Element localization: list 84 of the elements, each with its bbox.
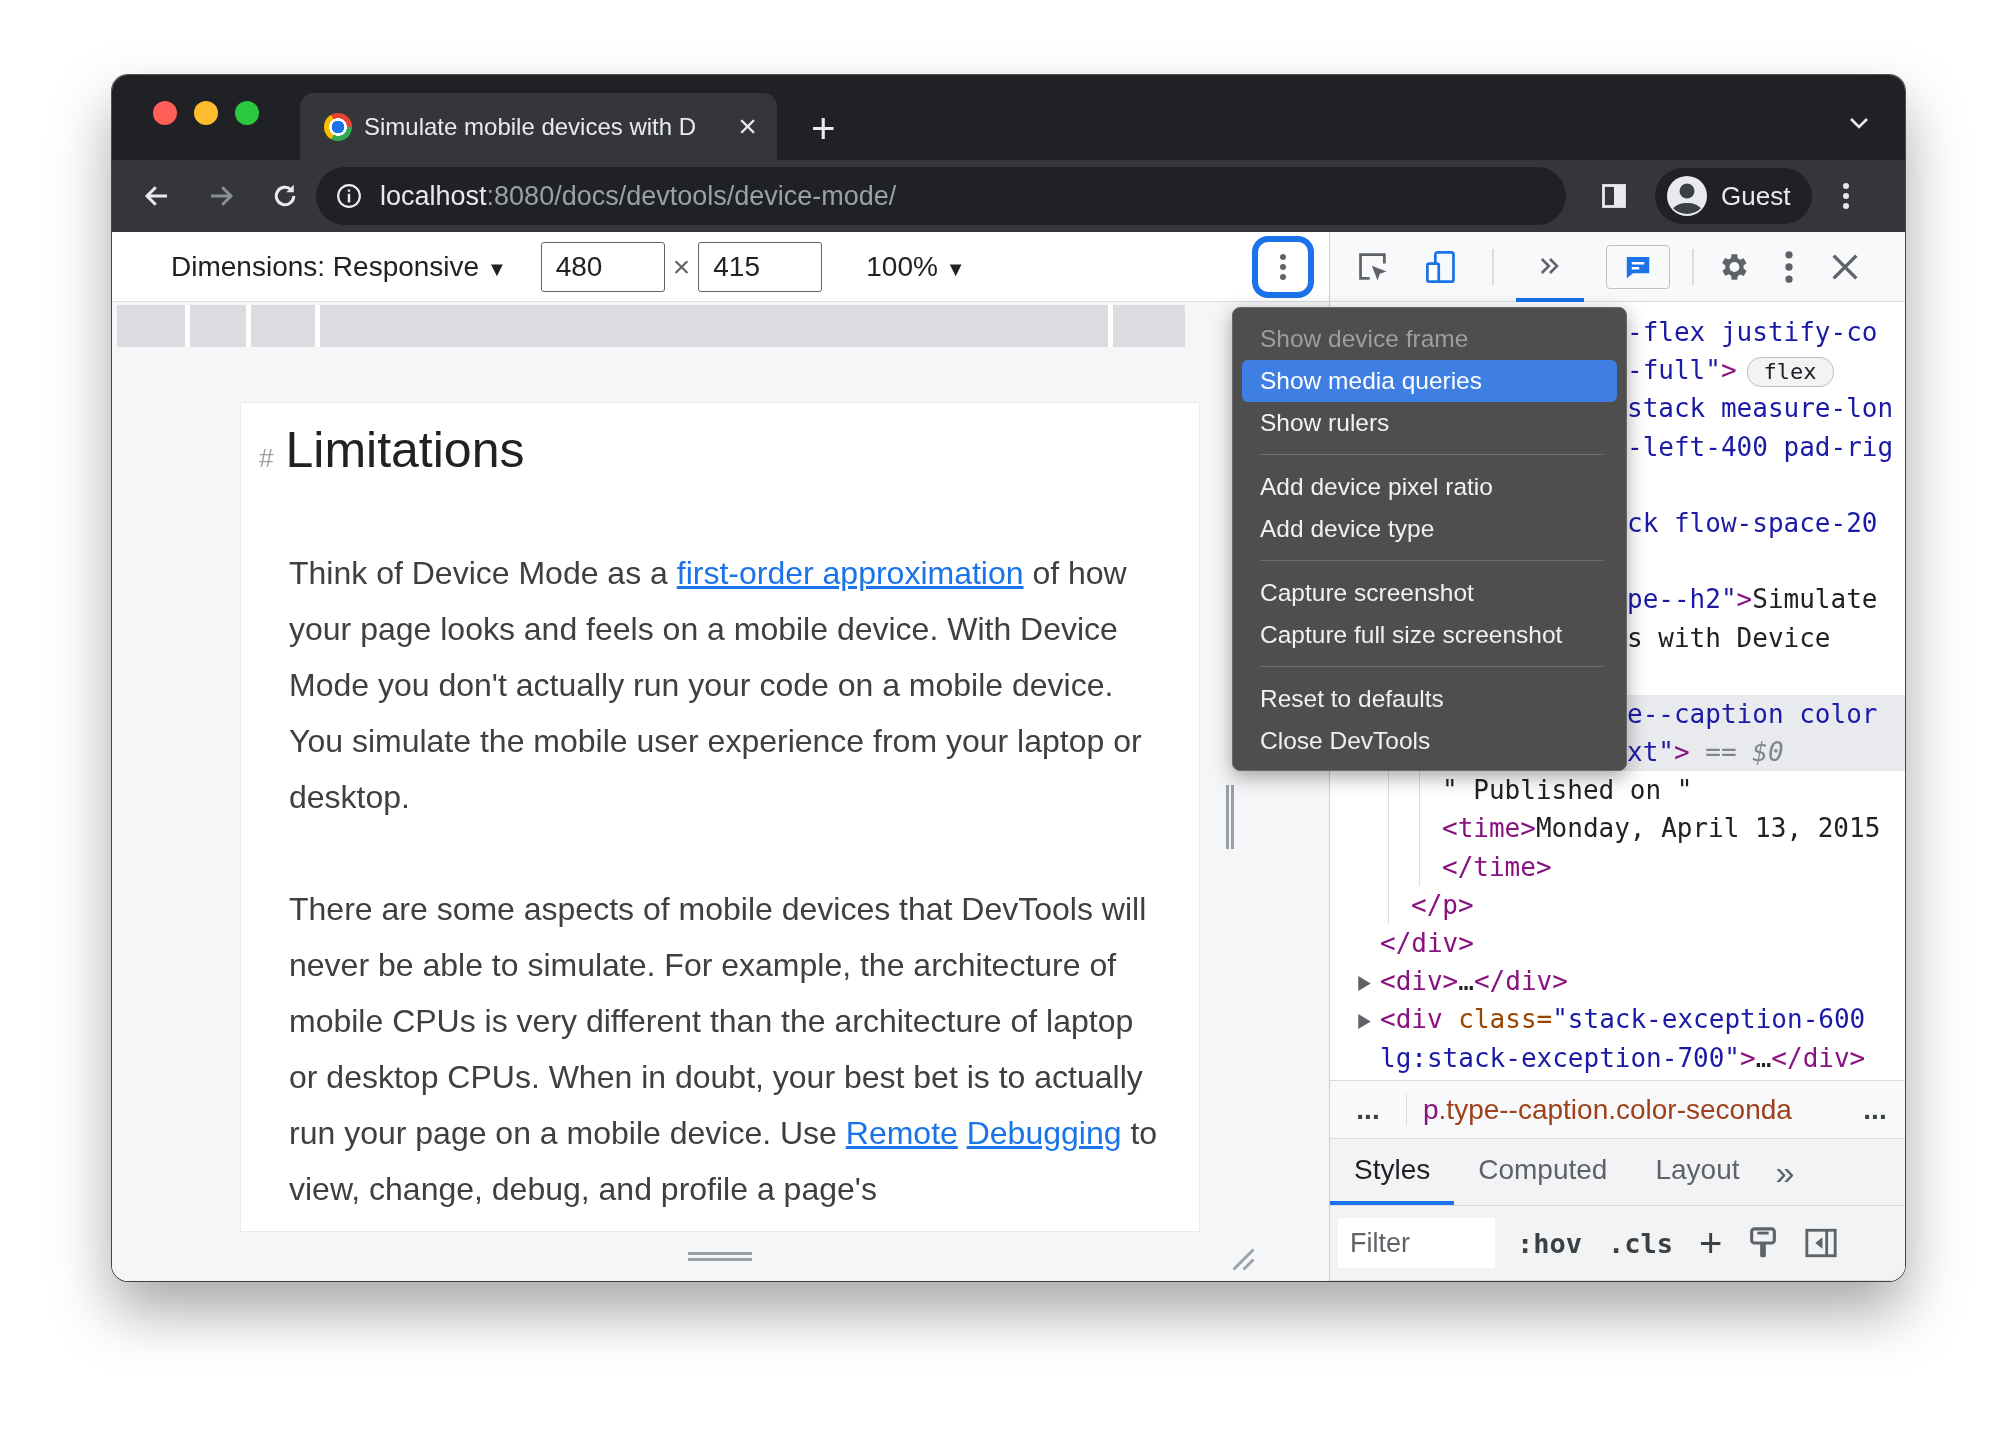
text-content: " Published on ": [1442, 775, 1693, 806]
filter-field[interactable]: Filter: [1338, 1218, 1495, 1268]
close-tab-button[interactable]: ×: [738, 108, 757, 145]
vertical-dots-icon: [1279, 252, 1287, 281]
height-input[interactable]: 415: [698, 241, 823, 292]
new-tab-button[interactable]: +: [811, 108, 836, 150]
maximize-window-icon[interactable]: [235, 101, 259, 125]
breadcrumb-more[interactable]: ...: [1845, 1093, 1905, 1126]
attribute-value: -flex justify-co: [1627, 317, 1878, 347]
issues-button[interactable]: [1606, 244, 1670, 289]
zoom-dropdown[interactable]: 100% ▼: [866, 250, 966, 283]
html-tag: >: [1740, 1042, 1756, 1073]
class-toggle-button[interactable]: .cls: [1608, 1227, 1674, 1259]
link[interactable]: Debugging: [966, 1115, 1122, 1151]
breadcrumb-item[interactable]: p.type--caption.color-seconda: [1407, 1093, 1792, 1126]
expand-triangle-icon[interactable]: [1358, 976, 1371, 992]
hover-state-button[interactable]: :hov: [1517, 1227, 1583, 1259]
resize-handle[interactable]: [688, 1252, 752, 1261]
menu-item[interactable]: Reset to defaults: [1242, 678, 1617, 720]
attribute-value: ck flow-space-20: [1627, 507, 1878, 538]
attribute-value: stack measure-lon: [1627, 393, 1894, 424]
resize-handle[interactable]: [1226, 785, 1234, 849]
close-window-icon[interactable]: [153, 101, 177, 125]
text-content: …: [1755, 1042, 1772, 1073]
text-content: s with Device: [1627, 622, 1831, 653]
html-tag: >: [1720, 355, 1737, 386]
flex-badge[interactable]: flex: [1746, 357, 1834, 388]
section-heading: Limitations: [285, 421, 525, 479]
address-field[interactable]: localhost:8080/docs/devtools/device-mode/: [316, 167, 1566, 225]
attribute-value: "stack-exception-600: [1552, 1004, 1866, 1035]
round-logo-icon: [324, 112, 352, 141]
more-options-icon[interactable]: [1784, 249, 1794, 284]
attribute-name: class=: [1458, 1004, 1553, 1035]
more-options-icon[interactable]: [1842, 182, 1851, 210]
link[interactable]: Remote: [845, 1115, 958, 1151]
width-input[interactable]: 480: [540, 241, 665, 292]
html-tag: <div>: [1380, 966, 1459, 997]
html-tag: >: [1673, 737, 1690, 768]
menu-item[interactable]: Capture full size screenshot: [1242, 614, 1617, 656]
text-content: Simulate: [1752, 584, 1878, 615]
dimensions-dropdown[interactable]: Dimensions: Responsive ▼: [171, 250, 507, 283]
browser-tab[interactable]: Simulate mobile devices with D ×: [300, 93, 777, 160]
menu-item[interactable]: Show rulers: [1242, 402, 1617, 444]
paragraph: There are some aspects of mobile devices that DevTools will never be able to simulate. For example, the architecture of mobile CPUs is very different than the architecture of laptop or desktop CPUs. When in doubt, your best bet is to actually run your page on a mobile device. Use Remote Debugging to view, change, debug, and profile a page's: [289, 890, 1159, 1209]
panel-tab[interactable]: Layout: [1631, 1139, 1764, 1205]
person-silhouette-icon: [1667, 176, 1707, 216]
html-tag: </div>: [1473, 966, 1568, 997]
device-toggle-icon[interactable]: [1424, 249, 1458, 284]
link[interactable]: first-order approximation: [676, 555, 1024, 591]
minimize-window-icon[interactable]: [194, 101, 218, 125]
html-tag: <div: [1380, 1004, 1459, 1035]
breadcrumb-more[interactable]: ...: [1330, 1093, 1407, 1126]
attribute-value: e--caption color: [1627, 698, 1878, 729]
new-rule-button[interactable]: +: [1699, 1223, 1723, 1263]
profile-button[interactable]: Guest: [1655, 168, 1813, 224]
chevron-down-icon[interactable]: [1849, 117, 1869, 129]
times-sign: ×: [672, 249, 691, 284]
menu-item[interactable]: Add device type: [1242, 508, 1617, 550]
more-tabs-button[interactable]: »: [1763, 1139, 1795, 1205]
more-options-button[interactable]: [1252, 235, 1314, 298]
html-tag: </div>: [1771, 1042, 1866, 1073]
html-tag: </p>: [1411, 889, 1474, 920]
html-tag: </time>: [1442, 851, 1552, 882]
attribute-value: xt": [1627, 737, 1674, 768]
attribute-value: -full": [1627, 355, 1721, 386]
menu-item[interactable]: Show media queries: [1242, 360, 1617, 402]
selected-marker: == $0: [1704, 737, 1784, 768]
paragraph: Think of Device Mode as a first-order approximation of how your page looks and feels on a mobile device. With Device Mode you don't actually run your code on a mobile device. You simulate the mobile user experience from your laptop or desktop.: [289, 554, 1143, 817]
info-icon[interactable]: [336, 183, 362, 209]
attribute-value: lg:stack-exception-700": [1380, 1042, 1741, 1073]
side-panel-icon[interactable]: [1600, 182, 1628, 210]
html-tag: </div>: [1380, 928, 1474, 958]
menu-item[interactable]: Close DevTools: [1242, 720, 1617, 762]
expand-triangle-icon[interactable]: [1358, 1014, 1371, 1030]
text-content: …: [1458, 966, 1474, 997]
menu-item[interactable]: Capture screenshot: [1242, 572, 1617, 614]
text-content: Monday, April 13, 2015: [1535, 813, 1881, 844]
menu-item[interactable]: Add device pixel ratio: [1242, 466, 1617, 508]
panel-tab[interactable]: Computed: [1454, 1139, 1632, 1205]
html-tag: <time>: [1442, 813, 1536, 844]
html-tag: >: [1736, 584, 1753, 615]
attribute-value: -left-400 pad-rig: [1627, 431, 1894, 462]
attribute-value: pe--h2": [1627, 584, 1737, 615]
sidebar-toggle-icon[interactable]: [1804, 1226, 1839, 1260]
